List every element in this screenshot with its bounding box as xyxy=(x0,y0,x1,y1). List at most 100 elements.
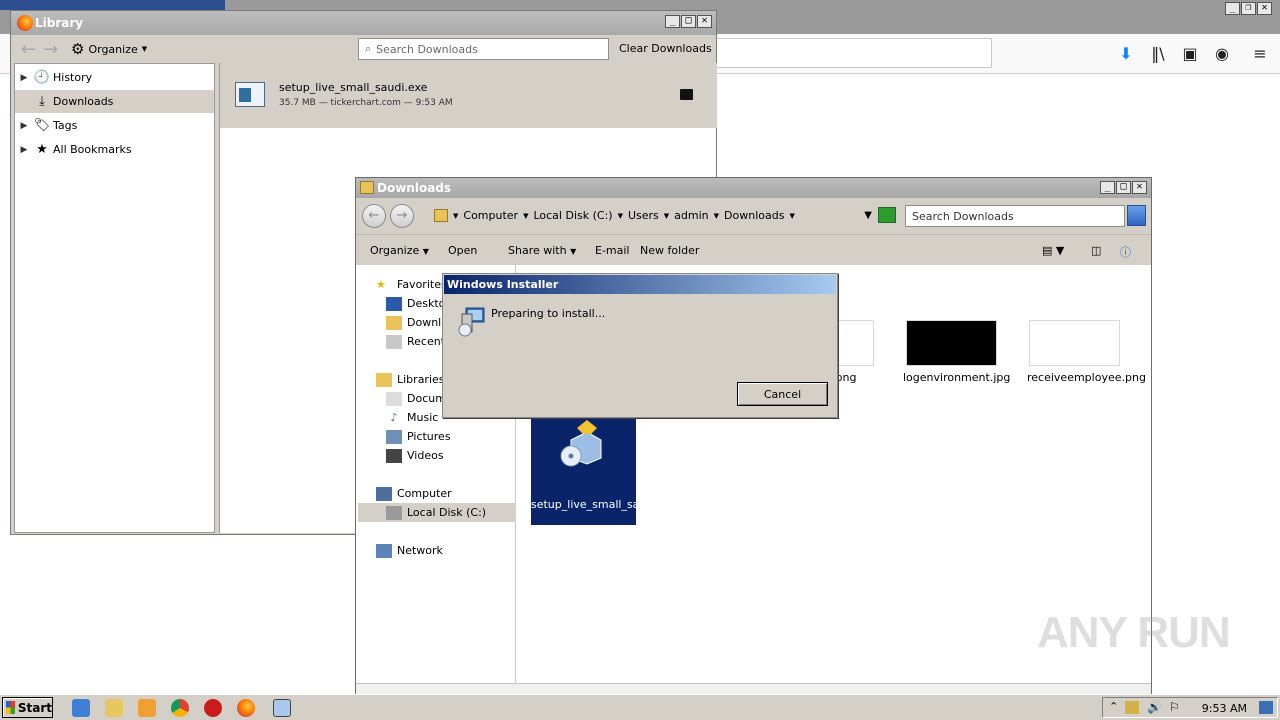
back-arrow-icon[interactable]: ← xyxy=(21,39,36,60)
opera-icon[interactable] xyxy=(204,699,222,717)
library-search-input[interactable]: ⌕ Search Downloads xyxy=(358,38,609,60)
chevron-down-icon[interactable]: ▼ xyxy=(714,212,719,220)
network-tray-icon[interactable] xyxy=(1125,701,1139,714)
breadcrumb-users[interactable]: Users xyxy=(628,209,659,222)
view-options-icon[interactable]: ▤ ▼ xyxy=(1042,244,1064,257)
media-player-icon[interactable] xyxy=(138,699,156,717)
file-label[interactable]: receiveemployee.png xyxy=(1027,371,1146,384)
installer-taskbar-icon[interactable] xyxy=(273,699,291,717)
nav-music[interactable]: ♪ Music xyxy=(386,408,438,427)
nav-documents[interactable]: Docum xyxy=(386,389,446,408)
nav-libraries[interactable]: Libraries xyxy=(376,370,445,389)
clear-downloads-button[interactable]: Clear Downloads xyxy=(619,42,712,55)
preview-pane-icon[interactable]: ◫ xyxy=(1091,244,1101,257)
back-button[interactable]: ← xyxy=(362,204,386,228)
search-icon[interactable] xyxy=(1127,205,1146,226)
organize-button[interactable]: ⚙ Organize ▼ xyxy=(71,40,147,58)
share-with-button[interactable]: Share with ▼ xyxy=(508,244,576,257)
nav-pictures[interactable]: Pictures xyxy=(386,427,451,446)
nav-computer[interactable]: Computer xyxy=(376,484,452,503)
volume-icon[interactable]: 🔊 xyxy=(1147,700,1162,714)
chevron-down-icon[interactable]: ▼ xyxy=(618,212,623,220)
chrome-icon[interactable] xyxy=(171,699,189,717)
maximize-button[interactable]: □ xyxy=(681,15,696,28)
sidebar-item-label: Downloads xyxy=(53,95,114,108)
close-button[interactable]: ✕ xyxy=(1257,2,1272,15)
address-dropdown-icon[interactable]: ▼ xyxy=(864,210,872,221)
open-button[interactable]: Open xyxy=(448,244,477,257)
nav-downloads[interactable]: Downlo xyxy=(386,313,448,332)
refresh-icon[interactable] xyxy=(878,207,896,223)
chevron-down-icon[interactable]: ▼ xyxy=(453,212,458,220)
help-icon[interactable]: ⓘ xyxy=(1120,244,1131,260)
close-button[interactable]: ✕ xyxy=(1132,181,1147,194)
forward-button[interactable]: → xyxy=(390,204,414,228)
sidebar-item-downloads[interactable]: ⤓ Downloads xyxy=(15,90,214,113)
chevron-down-icon[interactable]: ▼ xyxy=(523,212,528,220)
cancel-button[interactable]: Cancel xyxy=(737,382,828,406)
breadcrumb-local-disk[interactable]: Local Disk (C:) xyxy=(533,209,612,222)
action-center-flag-icon[interactable]: ⚐ xyxy=(1169,700,1180,714)
exe-file-icon xyxy=(235,82,265,107)
command-bar: Organize ▼ Open Share with ▼ E-mail New … xyxy=(356,234,1151,265)
nav-recent[interactable]: Recent xyxy=(386,332,445,351)
address-bar-area: ← → ▼ Computer ▼ Local Disk (C:) ▼ Users… xyxy=(356,198,1151,234)
show-desktop-icon[interactable] xyxy=(1259,701,1273,714)
new-folder-button[interactable]: New folder xyxy=(640,244,699,257)
expand-arrow-icon[interactable]: ▶ xyxy=(15,73,33,83)
download-item[interactable]: setup_live_small_saudi.exe 35.7 MB — tic… xyxy=(220,63,717,128)
sidebar-item-history[interactable]: ▶ 🕘 History xyxy=(15,66,214,89)
nav-videos[interactable]: Videos xyxy=(386,446,444,465)
minimize-button[interactable]: _ xyxy=(1225,2,1240,15)
open-folder-icon[interactable] xyxy=(680,89,693,100)
file-thumbnail[interactable] xyxy=(1029,320,1120,366)
minimize-button[interactable]: _ xyxy=(1100,181,1115,194)
sidebar-item-label: All Bookmarks xyxy=(53,143,132,156)
nav-desktop[interactable]: Deskto xyxy=(386,294,445,313)
start-button[interactable]: Start xyxy=(2,697,53,718)
breadcrumb-downloads[interactable]: Downloads xyxy=(724,209,784,222)
firefox-icon[interactable] xyxy=(237,699,255,717)
library-title: Library xyxy=(35,16,84,30)
sidebar-item-all-bookmarks[interactable]: ▶ ★ All Bookmarks xyxy=(15,138,214,161)
account-icon[interactable]: ◉ xyxy=(1212,44,1232,64)
downloads-arrow-icon[interactable]: ⬇ xyxy=(1116,44,1136,64)
expand-arrow-icon[interactable]: ▶ xyxy=(15,145,33,155)
expand-arrow-icon[interactable]: ▶ xyxy=(15,121,33,131)
nav-label: Recent xyxy=(407,335,446,348)
clock[interactable]: 9:53 AM xyxy=(1202,702,1247,715)
url-bar[interactable] xyxy=(700,38,992,68)
nav-network[interactable]: Network xyxy=(376,541,443,560)
selected-file[interactable]: setup_live_small_saudi.exe xyxy=(531,410,679,525)
file-thumbnail[interactable] xyxy=(906,320,997,366)
menu-icon[interactable]: ≡ xyxy=(1250,44,1270,64)
chevron-down-icon[interactable]: ▼ xyxy=(789,212,794,220)
restore-button[interactable]: ❐ xyxy=(1241,2,1256,15)
breadcrumb[interactable]: ▼ Computer ▼ Local Disk (C:) ▼ Users ▼ a… xyxy=(428,204,874,227)
file-label[interactable]: logenvironment.jpg xyxy=(903,371,1010,384)
firefox-icon xyxy=(17,15,33,31)
minimize-button[interactable]: _ xyxy=(665,15,680,28)
breadcrumb-computer[interactable]: Computer xyxy=(463,209,518,222)
nav-favorites[interactable]: ★ Favorites xyxy=(376,275,447,294)
email-button[interactable]: E-mail xyxy=(595,244,630,257)
organize-label: Organize xyxy=(88,42,138,56)
explorer-search-input[interactable]: Search Downloads xyxy=(905,205,1125,227)
installer-icon xyxy=(458,307,485,337)
close-button[interactable]: ✕ xyxy=(697,15,712,28)
forward-arrow-icon[interactable]: → xyxy=(43,39,58,60)
taskbar: Start ⌃ 🔊 ⚐ 9:53 AM xyxy=(0,694,1280,720)
explorer-icon[interactable] xyxy=(105,699,123,717)
download-meta: 35.7 MB — tickerchart.com — 9:53 AM xyxy=(279,98,453,108)
internet-explorer-icon[interactable] xyxy=(72,699,90,717)
computer-icon xyxy=(376,486,392,501)
organize-button[interactable]: Organize ▼ xyxy=(370,244,429,257)
library-icon[interactable]: ‖\ xyxy=(1148,44,1168,64)
chevron-down-icon[interactable]: ▼ xyxy=(664,212,669,220)
sidebar-item-tags[interactable]: ▶ 🏷 Tags xyxy=(15,114,214,137)
maximize-button[interactable]: □ xyxy=(1116,181,1131,194)
nav-local-disk[interactable]: Local Disk (C:) xyxy=(358,503,516,522)
show-hidden-icons-icon[interactable]: ⌃ xyxy=(1109,700,1118,713)
sidebar-icon[interactable]: ▣ xyxy=(1180,44,1200,64)
breadcrumb-admin[interactable]: admin xyxy=(674,209,708,222)
